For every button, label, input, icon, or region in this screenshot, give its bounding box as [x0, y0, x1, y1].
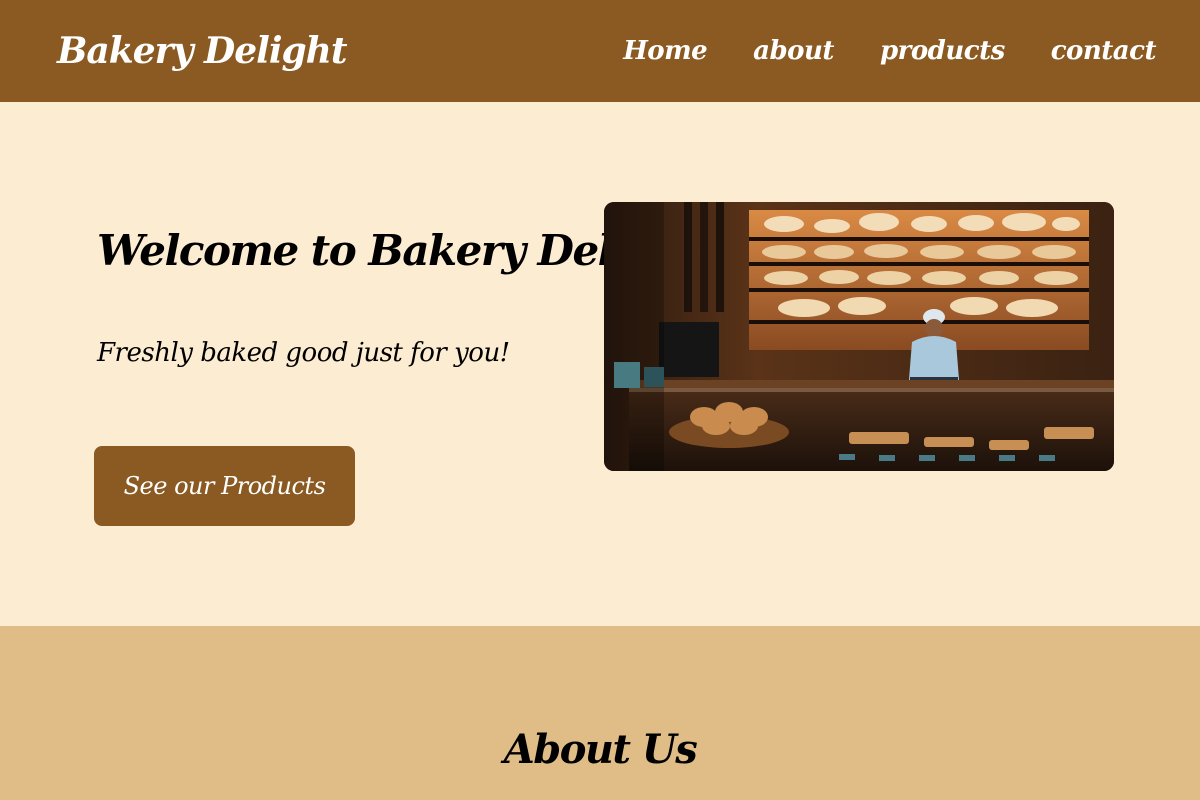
nav-link-about[interactable]: about	[753, 36, 834, 66]
brand-logo-link[interactable]: Bakery Delight	[57, 30, 347, 72]
nav-link-products[interactable]: products	[880, 36, 1005, 66]
hero-section: Welcome to Bakery Delight Freshly baked …	[0, 102, 1200, 626]
see-products-button[interactable]: See our Products	[94, 446, 355, 526]
nav-link-home[interactable]: Home	[623, 36, 707, 66]
about-section: About Us	[0, 626, 1200, 800]
navbar: Bakery Delight Home about products conta…	[0, 0, 1200, 102]
bakery-interior-image	[604, 202, 1114, 471]
hero-subtitle: Freshly baked good just for you!	[97, 338, 510, 368]
nav-links: Home about products contact	[623, 36, 1156, 66]
about-title: About Us	[503, 726, 698, 773]
nav-link-contact[interactable]: contact	[1051, 36, 1157, 66]
